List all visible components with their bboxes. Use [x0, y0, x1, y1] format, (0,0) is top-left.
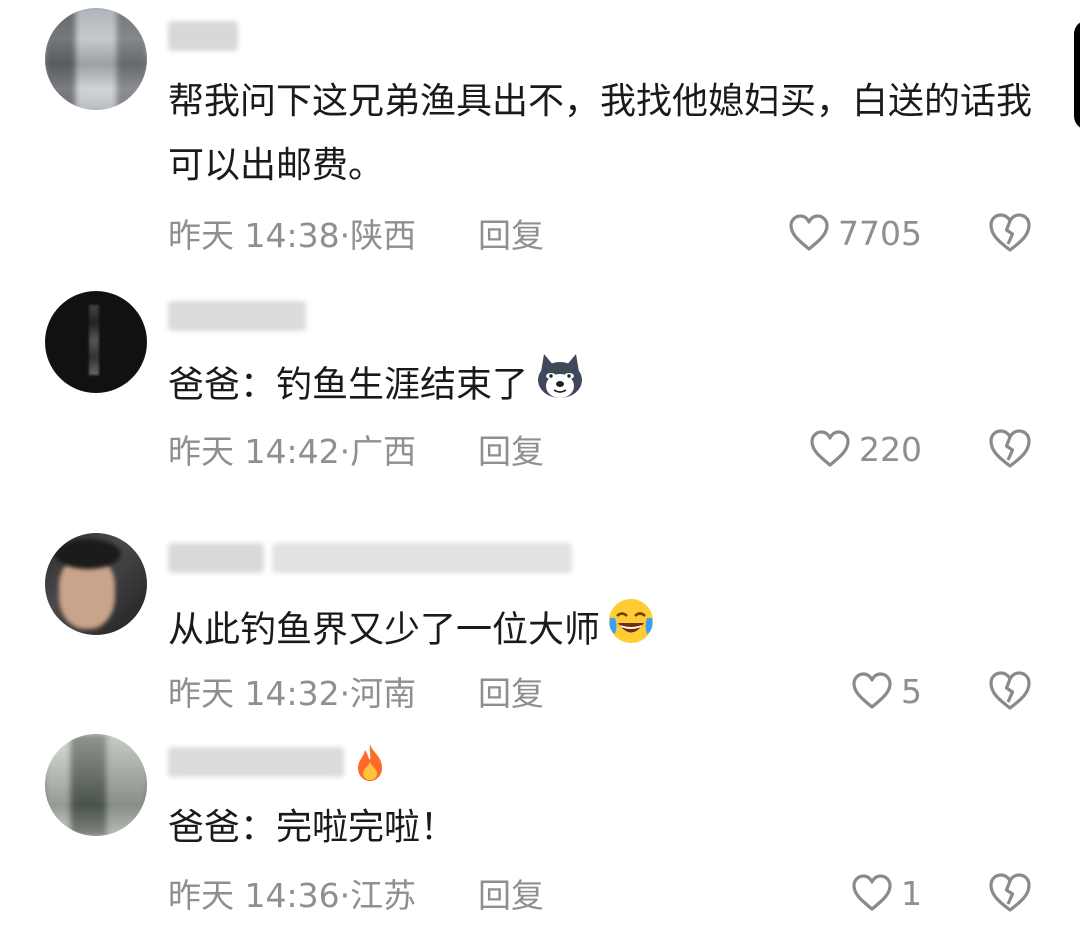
- broken-heart-icon[interactable]: [988, 871, 1032, 915]
- heart-outline-icon: [789, 214, 829, 251]
- avatar[interactable]: [45, 291, 147, 393]
- screen-edge: [1074, 20, 1080, 130]
- fire-icon: [358, 744, 382, 781]
- avatar[interactable]: [45, 8, 147, 110]
- comment-text: 从此钓鱼界又少了一位大师: [168, 596, 1038, 667]
- comment-time: 昨天 14:32·: [168, 674, 351, 713]
- avatar[interactable]: [45, 533, 147, 635]
- comment-time: 昨天 14:38·: [168, 216, 351, 255]
- username-blurred[interactable]: [168, 18, 238, 54]
- broken-heart-icon[interactable]: [988, 669, 1032, 713]
- reply-button[interactable]: 回复: [478, 425, 544, 473]
- username-blurred[interactable]: [168, 744, 388, 781]
- comment-location: 陕西: [350, 216, 417, 255]
- username-blurred[interactable]: [168, 540, 572, 576]
- like-button[interactable]: 5: [851, 669, 922, 713]
- heart-outline-icon: [810, 430, 850, 467]
- broken-heart-icon[interactable]: [988, 211, 1032, 255]
- husky-dog-emoji: [534, 350, 586, 423]
- reply-button[interactable]: 回复: [478, 209, 544, 257]
- comment-meta: 昨天 14:32· 河南 回复: [168, 669, 544, 713]
- like-count: 5: [901, 671, 922, 711]
- heart-outline-icon: [852, 874, 892, 911]
- comment-location: 江苏: [350, 876, 417, 915]
- like-button[interactable]: 7705: [788, 211, 922, 255]
- like-count: 220: [859, 429, 922, 469]
- avatar[interactable]: [45, 734, 147, 836]
- comment-location: 河南: [350, 674, 417, 713]
- comment-meta: 昨天 14:38· 陕西 回复: [168, 211, 544, 255]
- username-blurred[interactable]: [168, 298, 306, 334]
- comment-location: 广西: [350, 432, 417, 471]
- broken-heart-icon[interactable]: [988, 427, 1032, 471]
- like-count: 7705: [838, 213, 922, 253]
- comment-text: 爸爸：完啦完啦！: [168, 807, 457, 848]
- heart-outline-icon: [852, 672, 892, 709]
- like-button[interactable]: 220: [809, 427, 922, 471]
- like-count: 1: [901, 873, 922, 913]
- reply-button[interactable]: 回复: [478, 667, 544, 715]
- crying-laughing-emoji: [606, 596, 656, 667]
- comment-text: 爸爸：钓鱼生涯结束了: [168, 350, 1038, 423]
- comment-time: 昨天 14:42·: [168, 432, 351, 471]
- comment-meta: 昨天 14:42· 广西 回复: [168, 427, 544, 471]
- reply-button[interactable]: 回复: [478, 869, 544, 917]
- like-button[interactable]: 1: [851, 871, 922, 915]
- comment-text: 帮我问下这兄弟渔具出不，我找他媳妇买，白送的话我可以出邮费。: [168, 81, 1033, 186]
- comment-time: 昨天 14:36·: [168, 876, 351, 915]
- comment-meta: 昨天 14:36· 江苏 回复: [168, 871, 544, 915]
